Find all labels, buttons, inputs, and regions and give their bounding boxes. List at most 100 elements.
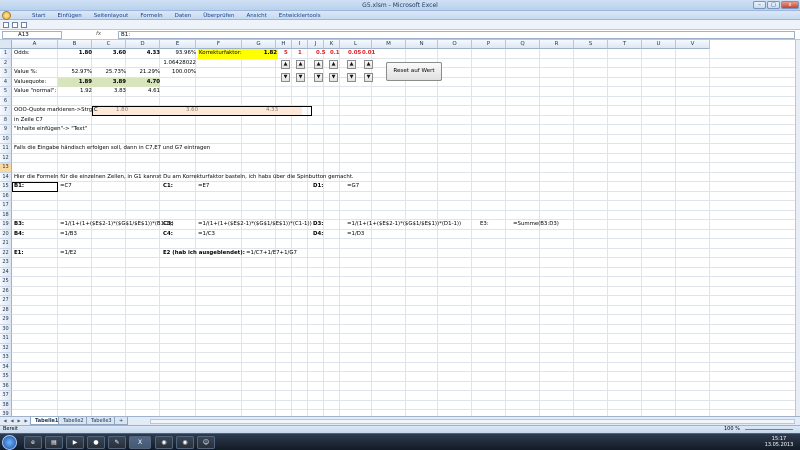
row-header-36[interactable]: 36 bbox=[0, 381, 12, 391]
row-header-11[interactable]: 11 bbox=[0, 144, 12, 154]
cell-b5[interactable]: 1.92 bbox=[58, 87, 92, 96]
column-header-i[interactable]: I bbox=[292, 40, 308, 49]
column-header-v[interactable]: V bbox=[676, 40, 710, 49]
tab-seitenlayout[interactable]: Seitenlayout bbox=[88, 12, 135, 20]
row-header-24[interactable]: 24 bbox=[0, 267, 12, 277]
row-header-18[interactable]: 18 bbox=[0, 210, 12, 220]
column-header-e[interactable]: E bbox=[160, 40, 196, 49]
cell-j15[interactable]: D1: bbox=[313, 182, 323, 191]
minimize-button[interactable]: – bbox=[753, 1, 766, 9]
column-header-b[interactable]: B bbox=[58, 40, 92, 49]
cell-d5[interactable]: 4.61 bbox=[126, 87, 160, 96]
firefox-second-icon[interactable]: ◉ bbox=[176, 436, 194, 449]
spin-up-005[interactable]: ▲ bbox=[347, 60, 356, 69]
row-header-17[interactable]: 17 bbox=[0, 201, 12, 211]
zoom-level[interactable]: 100 % bbox=[724, 426, 740, 433]
spin-up-001[interactable]: ▲ bbox=[364, 60, 373, 69]
cell-e18[interactable]: C4: bbox=[163, 230, 173, 239]
row-header-22[interactable]: 22 bbox=[0, 248, 12, 258]
column-header-s[interactable]: S bbox=[574, 40, 608, 49]
spreadsheet-grid[interactable]: Odds: 1.80 3.60 4.33 93.96% Korrekturfak… bbox=[0, 40, 795, 416]
cell-b15[interactable]: =C7 bbox=[60, 182, 72, 191]
row-header-27[interactable]: 27 bbox=[0, 296, 12, 306]
row-header-2[interactable]: 2 bbox=[0, 58, 12, 68]
cell-a14[interactable]: Hier die Formeln für die einzelnen Zelle… bbox=[14, 173, 354, 182]
cell-b1[interactable]: 1.80 bbox=[58, 49, 92, 58]
maximize-button[interactable]: □ bbox=[767, 1, 780, 9]
row-header-15[interactable]: 15 bbox=[0, 182, 12, 192]
row-header-34[interactable]: 34 bbox=[0, 362, 12, 372]
row-header-12[interactable]: 12 bbox=[0, 153, 12, 163]
column-header-k[interactable]: K bbox=[324, 40, 340, 49]
horizontal-scrollbar[interactable] bbox=[150, 419, 795, 424]
cell-a1[interactable]: Odds: bbox=[14, 49, 30, 58]
column-header-l[interactable]: L bbox=[340, 40, 372, 49]
prev-sheet-icon[interactable]: ◀ bbox=[9, 418, 15, 424]
spin-down-1[interactable]: ▼ bbox=[296, 73, 305, 82]
cell-b17[interactable]: =1/(1+(1+($E$2-1)*($G$1/$E$1))*(B1-1)) bbox=[60, 220, 174, 229]
cell-f17[interactable]: =1/(1+(1+($E$2-1)*($G$1/$E$1))*(C1-1)) bbox=[198, 220, 312, 229]
column-header-d[interactable]: D bbox=[126, 40, 160, 49]
cell-g1[interactable]: 1.82 bbox=[244, 49, 277, 58]
column-header-m[interactable]: M bbox=[372, 40, 406, 49]
column-header-a[interactable]: A bbox=[12, 40, 58, 49]
column-header-f[interactable]: F bbox=[196, 40, 242, 49]
cell-f1[interactable]: Korrekturfaktor: bbox=[199, 49, 242, 58]
formula-input[interactable]: B1: bbox=[118, 31, 795, 39]
fx-icon[interactable]: fx bbox=[96, 31, 118, 39]
row-header-37[interactable]: 37 bbox=[0, 391, 12, 401]
start-orb-icon[interactable] bbox=[2, 435, 17, 450]
ie-icon[interactable]: e bbox=[24, 436, 42, 449]
cell-c4[interactable]: 3.89 bbox=[92, 78, 126, 87]
cell-e15[interactable]: C1: bbox=[163, 182, 173, 191]
cell-a7[interactable]: OOO-Quote markieren->Strg C bbox=[14, 106, 98, 115]
cell-b18[interactable]: =1/B3 bbox=[60, 230, 77, 239]
row-header-26[interactable]: 26 bbox=[0, 286, 12, 296]
cell-a8[interactable]: in Zeile C7 bbox=[14, 116, 43, 125]
cell-a20[interactable]: E1: bbox=[14, 249, 24, 258]
cell-a3[interactable]: Value %: bbox=[14, 68, 37, 77]
cell-a9[interactable]: "Inhalte einfügen"-> "Text" bbox=[14, 125, 87, 134]
cell-f18[interactable]: =1/C3 bbox=[198, 230, 215, 239]
cell-a5[interactable]: Value "normal": bbox=[14, 87, 56, 96]
close-button[interactable]: x bbox=[781, 1, 799, 9]
cell-f15[interactable]: =E7 bbox=[198, 182, 209, 191]
row-header-23[interactable]: 23 bbox=[0, 258, 12, 268]
column-header-c[interactable]: C bbox=[92, 40, 126, 49]
row-header-9[interactable]: 9 bbox=[0, 125, 12, 135]
cell-a17[interactable]: B3: bbox=[14, 220, 24, 229]
select-all-corner[interactable] bbox=[0, 40, 12, 49]
tab-formeln[interactable]: Formeln bbox=[134, 12, 168, 20]
cell-f20[interactable]: =1/C7+1/E7+1/G7 bbox=[246, 249, 297, 258]
row-header-25[interactable]: 25 bbox=[0, 277, 12, 287]
tab-ansicht[interactable]: Ansicht bbox=[240, 12, 272, 20]
office-button-icon[interactable] bbox=[2, 11, 11, 20]
cell-k18[interactable]: =1/D3 bbox=[347, 230, 364, 239]
row-header-29[interactable]: 29 bbox=[0, 315, 12, 325]
row-header-31[interactable]: 31 bbox=[0, 334, 12, 344]
spin-down-5[interactable]: ▼ bbox=[281, 73, 290, 82]
row-header-8[interactable]: 8 bbox=[0, 115, 12, 125]
undo-icon[interactable] bbox=[12, 22, 18, 28]
row-header-5[interactable]: 5 bbox=[0, 87, 12, 97]
insert-sheet-icon[interactable]: + bbox=[114, 417, 129, 425]
column-header-q[interactable]: Q bbox=[506, 40, 540, 49]
cell-e17[interactable]: C3: bbox=[163, 220, 173, 229]
column-header-n[interactable]: N bbox=[406, 40, 438, 49]
messenger-icon[interactable]: ☺ bbox=[197, 436, 215, 449]
cell-c3[interactable]: 25.73% bbox=[92, 68, 126, 77]
row-header-21[interactable]: 21 bbox=[0, 239, 12, 249]
save-icon[interactable] bbox=[3, 22, 9, 28]
cell-n17[interactable]: E3: bbox=[480, 220, 489, 229]
spin-down-01[interactable]: ▼ bbox=[329, 73, 338, 82]
spin-down-001[interactable]: ▼ bbox=[364, 73, 373, 82]
row-header-14[interactable]: 14 bbox=[0, 172, 12, 182]
cell-j18[interactable]: D4: bbox=[313, 230, 323, 239]
notepad-icon[interactable]: ✎ bbox=[108, 436, 126, 449]
next-sheet-icon[interactable]: ▶ bbox=[16, 418, 22, 424]
cell-a4[interactable]: Valuequote: bbox=[14, 78, 46, 87]
cell-a18[interactable]: B4: bbox=[14, 230, 24, 239]
column-header-o[interactable]: O bbox=[438, 40, 472, 49]
spin-up-01[interactable]: ▲ bbox=[329, 60, 338, 69]
last-sheet-icon[interactable]: ▶ bbox=[23, 418, 29, 424]
